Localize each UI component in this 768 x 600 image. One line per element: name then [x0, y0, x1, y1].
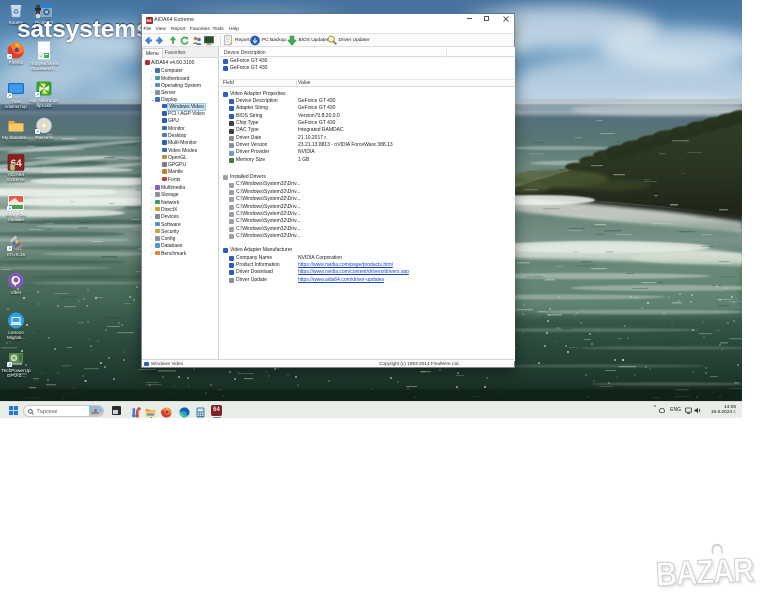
svg-text:♻: ♻	[13, 9, 19, 16]
svg-text:✓: ✓	[40, 54, 44, 59]
